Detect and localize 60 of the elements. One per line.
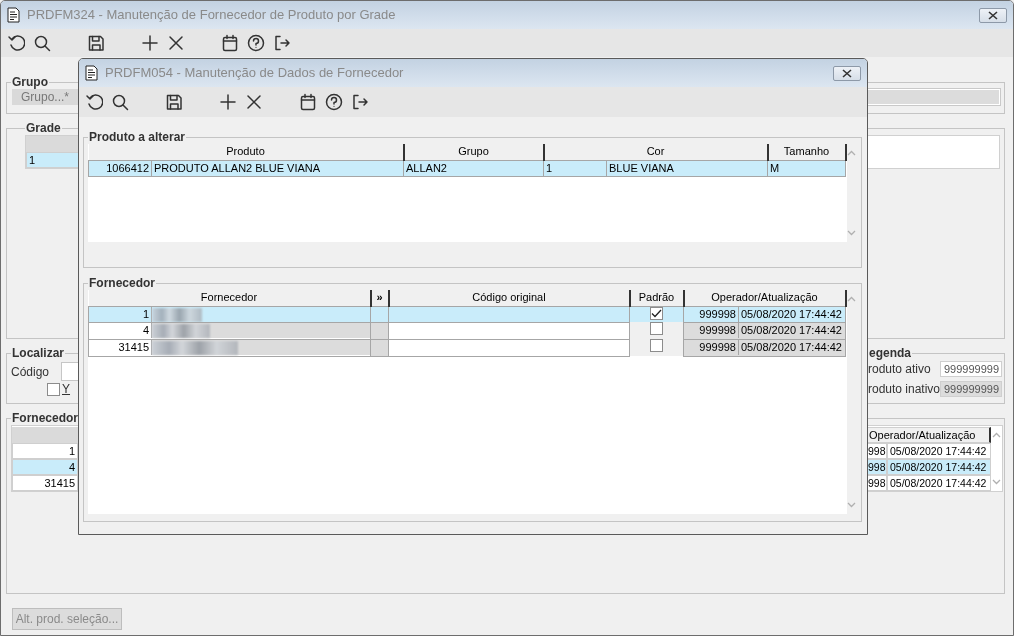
- table-cell-text: 05/08/2020 17:44:42: [740, 323, 843, 339]
- undo-icon[interactable]: [83, 91, 105, 113]
- column-header[interactable]: Operador/Atualização: [683, 290, 846, 306]
- table-cell: 998: [867, 459, 887, 475]
- column-header[interactable]: Produto: [88, 144, 404, 160]
- column-header[interactable]: Fornecedor: [88, 290, 371, 306]
- undo-icon[interactable]: [5, 32, 27, 54]
- document-icon: [7, 7, 20, 23]
- blurred-text-drawing: [152, 307, 202, 322]
- table-cell: 4: [12, 459, 78, 475]
- legend-label: roduto inativo: [868, 381, 941, 398]
- table-cell: 31415: [12, 475, 78, 491]
- legend-sample: 999999999: [940, 381, 1002, 397]
- table-cell: 1066412: [89, 161, 152, 175]
- group-title: Grade: [25, 121, 62, 135]
- table-cell: 05/08/2020 17:44:42: [887, 475, 991, 491]
- column-header[interactable]: Tamanho: [767, 144, 846, 160]
- table-row[interactable]: 31415 999998 05/08/2020 17:44:42: [88, 339, 846, 357]
- group-title: egenda: [868, 346, 912, 360]
- close-icon: [987, 10, 999, 20]
- table-cell: 05/08/2020 17:44:42: [887, 459, 991, 475]
- column-header[interactable]: Grupo: [403, 144, 544, 160]
- group-title: Fornecedor: [88, 276, 156, 290]
- document-icon: [85, 65, 98, 81]
- column-header[interactable]: Cor: [543, 144, 768, 160]
- group-title: Localizar: [11, 346, 66, 360]
- checkbox-label[interactable]: Y: [62, 380, 70, 398]
- table-cell-text: 05/08/2020 17:44:42: [740, 307, 843, 322]
- window-title: PRDFM054 - Manutenção de Dados de Fornecedor: [105, 64, 405, 83]
- help-icon[interactable]: [323, 91, 345, 113]
- column-header: Operador/Atualização: [867, 427, 991, 443]
- table-cell: 1: [544, 161, 607, 175]
- column-header[interactable]: Padrão: [629, 290, 684, 306]
- table-cell: 999998: [684, 323, 739, 339]
- group-title: Fornecedor: [11, 411, 79, 425]
- field-label: Código: [11, 363, 50, 381]
- plus-icon[interactable]: [217, 91, 239, 113]
- close-icon: [841, 68, 853, 78]
- table-cell: 999998: [684, 307, 739, 322]
- table-cell-text: PRODUTO ALLAN2 BLUE VIANA: [153, 161, 322, 175]
- table-cell-text: BLUE VIANA: [608, 161, 675, 175]
- group-title: Produto a alterar: [88, 130, 187, 144]
- close-button[interactable]: [979, 7, 1007, 23]
- checkbox[interactable]: [650, 339, 663, 353]
- help-icon[interactable]: [245, 32, 267, 54]
- blurred-text-drawing: [152, 324, 210, 339]
- window-title: PRDFM324 - Manutenção de Fornecedor de Produto por Grade: [27, 6, 397, 25]
- legend-sample: 999999999: [940, 361, 1002, 377]
- group-title: Grupo: [11, 75, 49, 89]
- table-cell: 999998: [684, 340, 739, 356]
- checkbox[interactable]: [650, 322, 663, 336]
- table-row[interactable]: 4 999998 05/08/2020 17:44:42: [88, 322, 846, 340]
- plus-icon[interactable]: [139, 32, 161, 54]
- table-cell: 1: [12, 443, 78, 459]
- column-header[interactable]: Código original: [388, 290, 630, 306]
- close-button[interactable]: [833, 65, 861, 81]
- checkbox[interactable]: [47, 382, 60, 396]
- table-cell: 05/08/2020 17:44:42: [887, 443, 991, 459]
- table-cell-text: 05/08/2020 17:44:42: [740, 340, 843, 356]
- legend-label: roduto ativo: [868, 361, 931, 378]
